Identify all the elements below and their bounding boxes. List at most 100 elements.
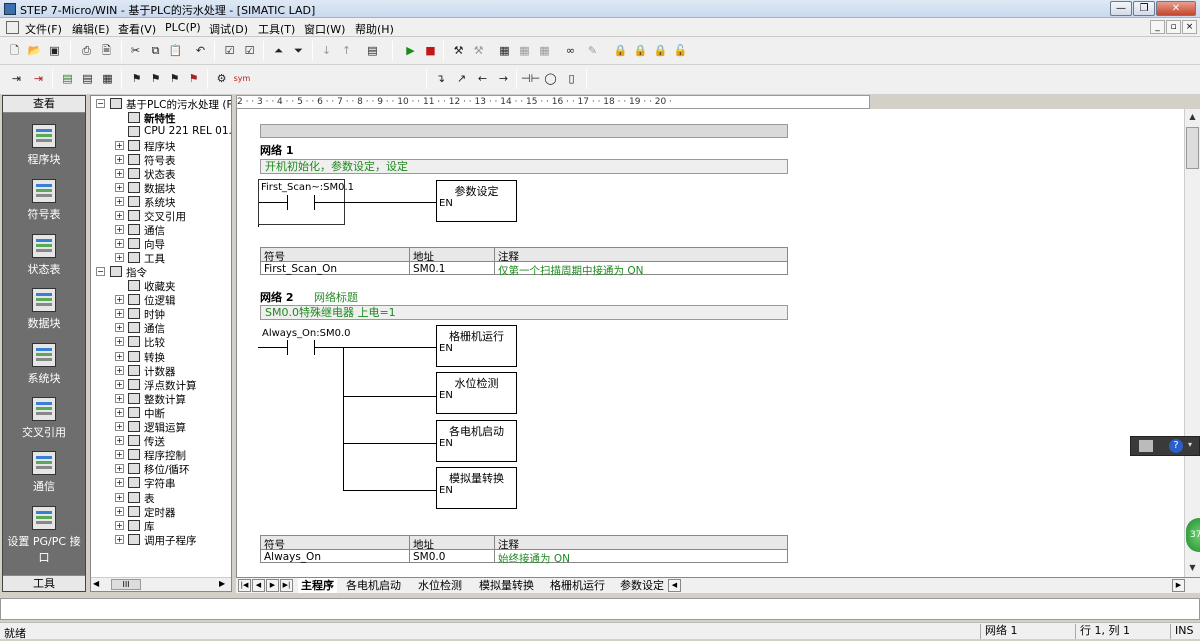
stop-icon[interactable]: ■ — [422, 42, 439, 59]
floating-help-toolbar[interactable]: ? ▾ — [1130, 436, 1200, 456]
next-tab-icon[interactable]: ▶ — [266, 579, 279, 592]
unlock-icon[interactable]: 🔒 — [632, 42, 649, 59]
single-read-icon[interactable]: ▦ — [516, 42, 533, 59]
tabs-scroll-left-icon[interactable]: ◀ — [668, 579, 681, 592]
delete-network-icon[interactable]: ⇥ — [30, 70, 47, 87]
compile-all-icon[interactable]: ☑ — [241, 42, 258, 59]
mdi-minimize-button[interactable]: _ — [1150, 20, 1165, 34]
new-icon[interactable]: 🗋 — [6, 42, 23, 59]
network-2-box-1[interactable]: 格栅机运行 EN — [436, 325, 517, 367]
menu-tools[interactable]: 工具(T) — [258, 21, 295, 37]
network-1-box[interactable]: 参数设定 EN — [436, 180, 517, 222]
pou-comment-bar[interactable] — [260, 124, 788, 138]
scroll-left-icon[interactable]: ◀ — [93, 579, 99, 588]
symbol-info-table-icon[interactable]: ▦ — [99, 70, 116, 87]
menu-help[interactable]: 帮助(H) — [355, 21, 394, 37]
mdi-restore-button[interactable]: ▫ — [1166, 20, 1181, 34]
network-2-box-3[interactable]: 各电机启动 EN — [436, 420, 517, 462]
tab-motor-start[interactable]: 各电机启动 — [346, 578, 401, 593]
lock-icon[interactable]: 🔒 — [612, 42, 629, 59]
unforce-all-icon[interactable]: 🔓 — [672, 42, 689, 59]
nav-footer[interactable]: 工具 — [3, 575, 85, 591]
nav-cross-reference[interactable]: 交叉引用 — [3, 395, 85, 447]
tab-grille-run[interactable]: 格栅机运行 — [550, 578, 605, 593]
sort-ascending-icon[interactable]: ↓ — [318, 42, 335, 59]
tree-root[interactable]: − 基于PLC的污水处理 (F — [91, 97, 231, 111]
network-2-box-2[interactable]: 水位检测 EN — [436, 372, 517, 414]
read-all-forced-icon[interactable]: 🔒 — [652, 42, 669, 59]
nav-program-block[interactable]: 程序块 — [3, 122, 85, 174]
help-icon[interactable]: ? — [1169, 439, 1183, 453]
last-tab-icon[interactable]: ▶| — [280, 579, 293, 592]
toggle-poU-comment-icon[interactable]: ▤ — [59, 70, 76, 87]
lad-editor[interactable]: 网络 1 开机初始化，参数设定，设定 First_Scan~:SM0.1 参数设… — [236, 109, 1184, 577]
scroll-down-icon[interactable]: ▼ — [1186, 561, 1199, 575]
toggle-network-comment-icon[interactable]: ▤ — [79, 70, 96, 87]
scroll-up-icon[interactable]: ▲ — [1186, 110, 1199, 124]
insert-network-icon[interactable]: ⇥ — [8, 70, 25, 87]
previous-bookmark-icon[interactable]: ⚑ — [166, 70, 183, 87]
scroll-right-icon[interactable]: ▶ — [219, 579, 225, 588]
paste-icon[interactable]: 📋 — [167, 42, 184, 59]
nav-system-block[interactable]: 系统块 — [3, 341, 85, 393]
command-line[interactable] — [0, 598, 1200, 620]
tab-main[interactable]: 主程序 — [298, 578, 337, 593]
nav-set-pg-pc-interface[interactable]: 设置 PG/PC 接口 — [3, 504, 85, 564]
write-all-icon[interactable]: ▦ — [536, 42, 553, 59]
run-icon[interactable]: ▶ — [402, 42, 419, 59]
open-icon[interactable]: 📂 — [26, 42, 43, 59]
prev-tab-icon[interactable]: ◀ — [252, 579, 265, 592]
dropdown-icon[interactable]: ▾ — [1188, 440, 1192, 449]
print-preview-icon[interactable]: 🗎 — [98, 42, 115, 59]
tab-level-detect[interactable]: 水位检测 — [418, 578, 462, 593]
mdi-close-button[interactable]: × — [1182, 20, 1197, 34]
remove-all-bookmarks-icon[interactable]: ⚑ — [185, 70, 202, 87]
menu-window[interactable]: 窗口(W) — [304, 21, 345, 37]
menu-view[interactable]: 查看(V) — [118, 21, 156, 37]
tab-parameter-set[interactable]: 参数设定 — [620, 578, 664, 593]
network-2-comment[interactable]: SM0.0特殊继电器 上电=1 — [260, 305, 788, 320]
menu-edit[interactable]: 编辑(E) — [72, 21, 110, 37]
line-up-icon[interactable]: ↗ — [453, 70, 470, 87]
keyboard-icon[interactable] — [1139, 440, 1153, 452]
contact-icon[interactable]: ⊣⊢ — [521, 70, 540, 87]
restore-button[interactable]: ❐ — [1133, 1, 1155, 16]
save-icon[interactable]: ▣ — [46, 42, 63, 59]
trend-icon[interactable]: ⚒ — [470, 42, 487, 59]
symbol-addressing-icon[interactable]: sym — [233, 70, 251, 87]
editor-vertical-scrollbar[interactable]: ▲ ▼ — [1184, 109, 1200, 577]
compile-icon[interactable]: ☑ — [221, 42, 238, 59]
program-status-icon[interactable]: ⚒ — [450, 42, 467, 59]
first-tab-icon[interactable]: |◀ — [238, 579, 251, 592]
line-down-icon[interactable]: ↴ — [432, 70, 449, 87]
network-2-box-4[interactable]: 模拟量转换 EN — [436, 467, 517, 509]
chart-status-icon[interactable]: ▦ — [496, 42, 513, 59]
print-icon[interactable]: ⎙ — [78, 42, 95, 59]
copy-icon[interactable]: ⧉ — [147, 42, 164, 59]
nav-symbol-table[interactable]: 符号表 — [3, 177, 85, 229]
document-icon[interactable] — [6, 21, 19, 34]
nav-data-block[interactable]: 数据块 — [3, 286, 85, 338]
minimize-button[interactable]: — — [1110, 1, 1132, 16]
editor-scroll-thumb[interactable] — [1186, 127, 1199, 169]
network-2-subtitle[interactable]: 网络标题 — [314, 289, 358, 305]
nav-communication[interactable]: 通信 — [3, 449, 85, 501]
nav-header[interactable]: 查看 — [3, 96, 85, 113]
tab-analog-convert[interactable]: 模拟量转换 — [479, 578, 534, 593]
line-right-icon[interactable]: → — [495, 70, 512, 87]
tree-horizontal-scrollbar[interactable]: ◀ III ▶ — [91, 577, 231, 591]
apply-symbols-icon[interactable]: ⚙ — [213, 70, 230, 87]
nav-status-table[interactable]: 状态表 — [3, 232, 85, 284]
cut-icon[interactable]: ✂ — [127, 42, 144, 59]
upload-icon[interactable]: ⏶ — [270, 42, 287, 59]
sort-descending-icon[interactable]: ↑ — [338, 42, 355, 59]
options-icon[interactable]: ▤ — [364, 42, 381, 59]
menu-debug[interactable]: 调试(D) — [209, 21, 248, 37]
box-icon[interactable]: ▯ — [563, 70, 580, 87]
undo-icon[interactable]: ↶ — [192, 42, 209, 59]
network-1-comment[interactable]: 开机初始化，参数设定，设定 — [260, 159, 788, 174]
line-left-icon[interactable]: ← — [474, 70, 491, 87]
tree-scroll-thumb[interactable]: III — [111, 579, 141, 590]
next-bookmark-icon[interactable]: ⚑ — [147, 70, 164, 87]
coil-icon[interactable]: ◯ — [542, 70, 559, 87]
